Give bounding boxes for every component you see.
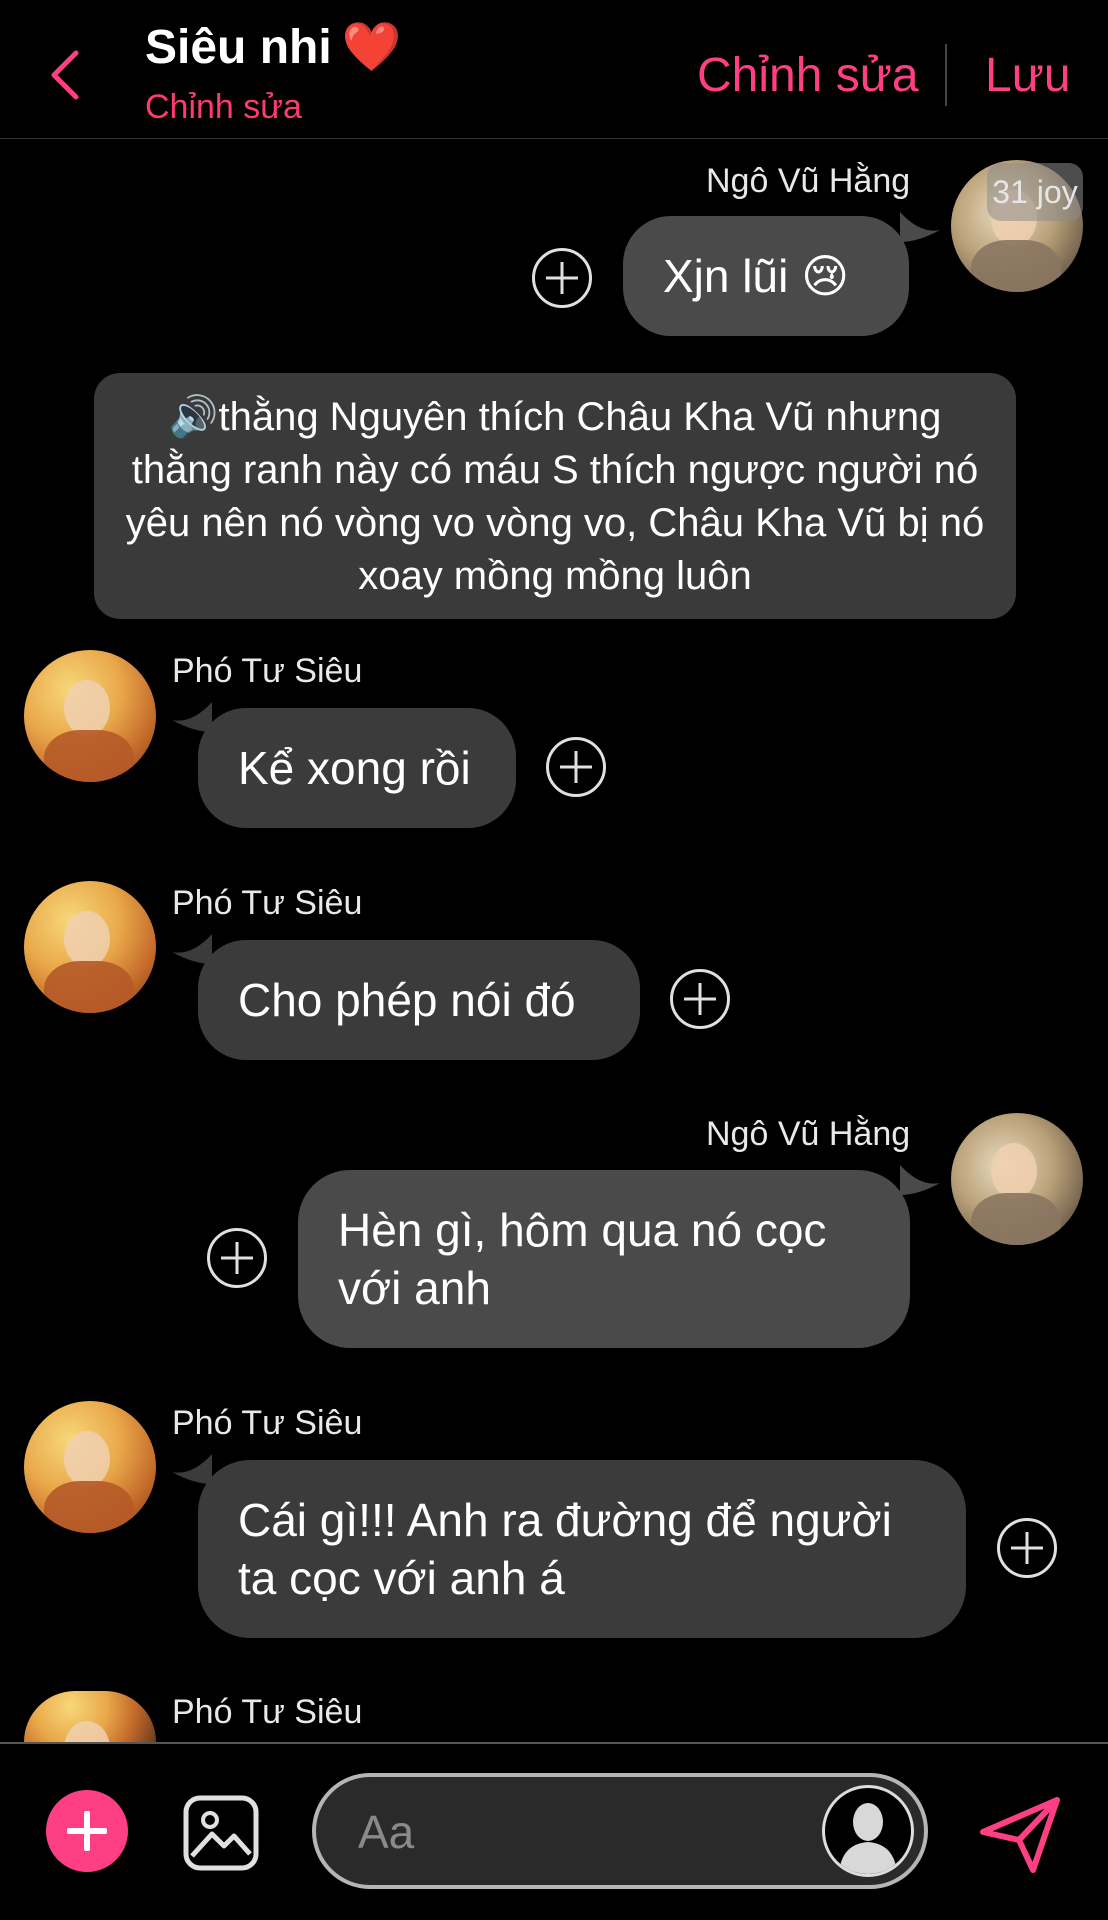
message-bubble[interactable]: Kể xong rồi bbox=[198, 708, 516, 828]
message-text-line: Cái gì!!! Anh ra đường để người bbox=[238, 1494, 892, 1546]
sender-name: Phó Tư Siêu bbox=[172, 1404, 363, 1442]
image-button[interactable] bbox=[182, 1794, 260, 1872]
message-bubble[interactable]: Cái gì!!! Anh ra đường để người ta cọc v… bbox=[198, 1460, 966, 1638]
avatar-body bbox=[971, 1193, 1061, 1245]
avatar-face bbox=[64, 680, 110, 736]
narration-message[interactable]: 🔊thằng Nguyên thích Châu Kha Vũ nhưng th… bbox=[94, 373, 1016, 619]
avatar-face bbox=[991, 1143, 1037, 1199]
avatar-body bbox=[44, 730, 134, 782]
chat-screen: Siêu nhi ❤️ Chỉnh sửa Chỉnh sửa Lưu Ngô V… bbox=[0, 0, 1108, 1920]
character-avatar-icon[interactable] bbox=[822, 1785, 914, 1877]
plus-circle-icon[interactable] bbox=[670, 969, 730, 1029]
avatar[interactable] bbox=[951, 1113, 1083, 1245]
composer-divider bbox=[0, 1742, 1108, 1744]
message-text: Kể xong rồi bbox=[238, 742, 471, 794]
avatar-body bbox=[44, 961, 134, 1013]
message-text: Xjn lũi 😢 bbox=[663, 250, 850, 302]
plus-circle-icon[interactable] bbox=[532, 248, 592, 308]
message-text: Cho phép nói đó bbox=[238, 974, 576, 1026]
message-bubble[interactable]: Hèn gì, hôm qua nó cọc với anh bbox=[298, 1170, 910, 1348]
chat-title: Siêu nhi ❤️ bbox=[145, 18, 401, 75]
header: Siêu nhi ❤️ Chỉnh sửa Chỉnh sửa Lưu bbox=[0, 0, 1108, 139]
sender-name: Phó Tư Siêu bbox=[172, 652, 363, 690]
avatar[interactable] bbox=[24, 881, 156, 1013]
avatar[interactable] bbox=[24, 1691, 156, 1742]
back-button[interactable] bbox=[40, 40, 90, 110]
plus-circle-icon[interactable] bbox=[997, 1518, 1057, 1578]
add-icon[interactable] bbox=[46, 1790, 128, 1872]
avatar-face bbox=[64, 1721, 110, 1742]
back-chevron-icon bbox=[51, 50, 79, 100]
avatar-body bbox=[971, 240, 1061, 292]
edit-button[interactable]: Chỉnh sửa bbox=[697, 48, 919, 103]
silhouette-icon bbox=[839, 1803, 897, 1874]
bubble-tail bbox=[172, 1454, 212, 1484]
heart-emoji: ❤️ bbox=[341, 21, 402, 74]
avatar[interactable] bbox=[24, 650, 156, 782]
send-button[interactable] bbox=[975, 1790, 1065, 1880]
avatar-badge: 31 joy bbox=[987, 163, 1083, 221]
bubble-tail bbox=[900, 1165, 940, 1195]
avatar-face bbox=[64, 1431, 110, 1487]
plus-circle-icon[interactable] bbox=[546, 737, 606, 797]
image-icon bbox=[183, 1795, 259, 1871]
chat-title-text: Siêu nhi bbox=[145, 21, 332, 74]
message-text-line: Hèn gì, hôm qua nó cọc bbox=[338, 1204, 827, 1256]
sender-name: Ngô Vũ Hằng bbox=[706, 162, 911, 200]
message-bubble[interactable]: Cho phép nói đó bbox=[198, 940, 640, 1060]
avatar-face bbox=[64, 911, 110, 967]
chat-subtitle[interactable]: Chỉnh sửa bbox=[145, 88, 302, 127]
avatar-body bbox=[44, 1481, 134, 1533]
bubble-tail bbox=[900, 212, 940, 242]
header-divider bbox=[945, 44, 947, 106]
message-input[interactable] bbox=[356, 1803, 780, 1861]
narration-text: thằng Nguyên thích Châu Kha Vũ nhưng thằ… bbox=[125, 395, 985, 598]
sender-name: Phó Tư Siêu bbox=[172, 1693, 363, 1731]
save-button[interactable]: Lưu bbox=[985, 48, 1071, 103]
sender-name: Ngô Vũ Hằng bbox=[706, 1115, 911, 1153]
speaker-icon: 🔊 bbox=[168, 395, 219, 439]
message-text-line: ta cọc với anh á bbox=[238, 1552, 565, 1604]
message-text-line: với anh bbox=[338, 1262, 491, 1314]
plus-circle-icon[interactable] bbox=[207, 1228, 267, 1288]
message-bubble[interactable]: Xjn lũi 😢 bbox=[623, 216, 909, 336]
avatar[interactable] bbox=[24, 1401, 156, 1533]
sender-name: Phó Tư Siêu bbox=[172, 884, 363, 922]
send-icon bbox=[980, 1797, 1060, 1873]
message-composer bbox=[312, 1773, 928, 1889]
